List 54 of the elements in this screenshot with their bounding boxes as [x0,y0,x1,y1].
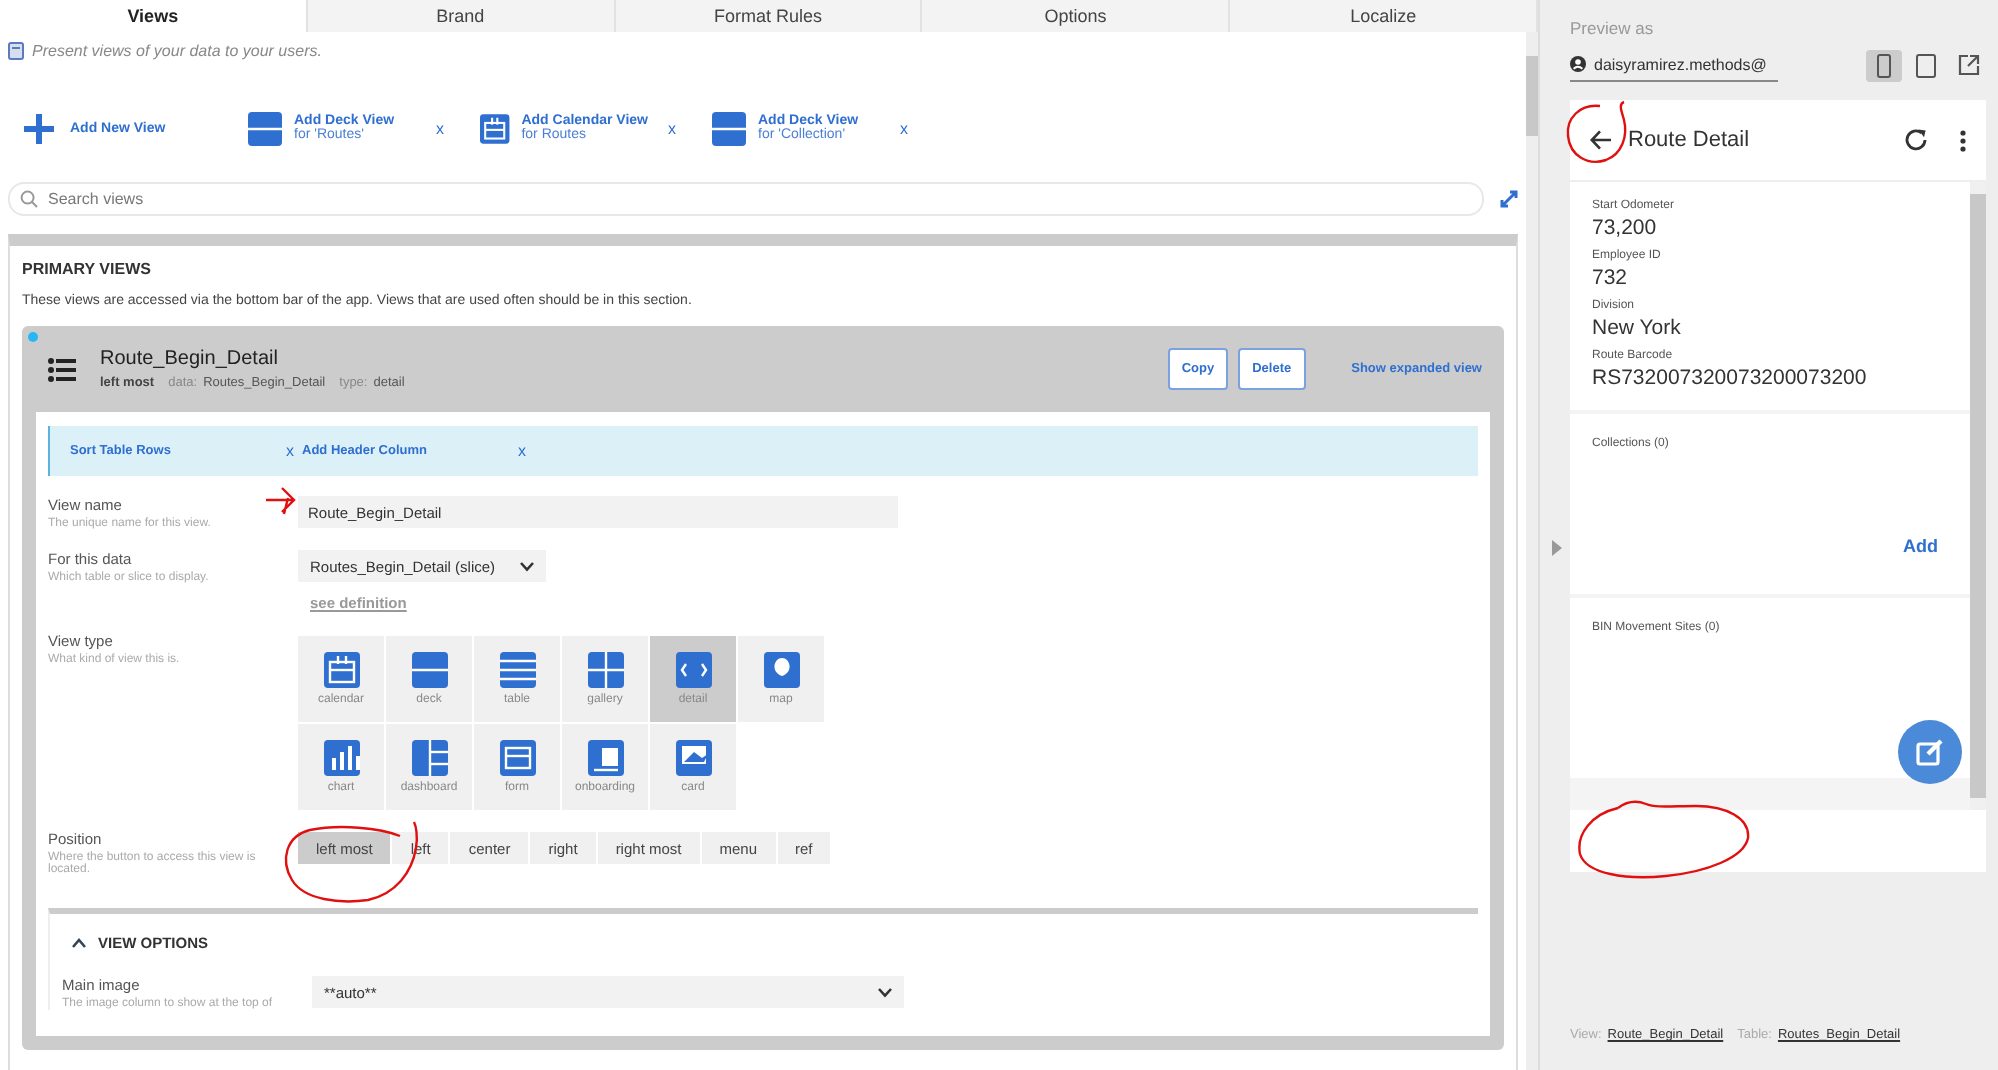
tablet-icon [1916,53,1936,77]
plus-icon [24,113,54,143]
user-icon [1570,56,1586,72]
dashboard-icon [411,740,447,776]
user-field[interactable]: daisyramirez.methods@ [1570,48,1778,82]
image-card-icon [675,740,711,776]
dismiss-button[interactable]: x [660,119,684,137]
external-link-icon [1957,54,1979,76]
app-title: Route Detail [1628,128,1750,152]
intro-text: Present views of your data to your users. [32,41,322,59]
field-value: 732 [1592,266,1630,290]
edit-icon [1916,738,1944,766]
deck-icon [712,111,746,145]
phone-button[interactable] [1866,49,1902,81]
add-button[interactable]: Add [1891,534,1950,558]
more-button[interactable] [1956,125,1970,155]
collapse-arrow-icon [1552,540,1562,556]
view-title: Route_Begin_Detail [100,348,280,370]
bar-chart-icon [323,740,359,776]
dismiss-button[interactable]: x [510,442,534,460]
field-value: 73,200 [1592,216,1659,240]
chevron-down-icon [878,987,892,997]
refresh-icon [1904,128,1928,152]
form-icon [499,740,535,776]
search-field[interactable]: Search views [8,182,1484,216]
hand-drawn-arrow [264,486,296,516]
table-icon [499,652,535,688]
back-arrow-icon [1590,130,1612,150]
list-icon [48,357,76,381]
chevron-down-icon [520,561,534,571]
preview-label: Preview as [1570,18,1656,38]
document-icon [8,41,24,59]
status-dot [28,332,38,342]
refresh-button[interactable] [1900,124,1932,156]
tab[interactable]: Views [0,0,308,32]
field-value: New York [1592,316,1683,340]
calendar-icon [480,111,510,145]
detail-icon [675,652,711,688]
dismiss-button[interactable]: x [892,119,916,137]
more-vertical-icon [1960,129,1966,151]
dismiss-button[interactable]: x [278,442,302,460]
onboarding-icon [587,740,623,776]
map-pin-icon [763,652,799,688]
field-value: RS732007320073200073200 [1592,366,1869,390]
calendar-icon [323,652,359,688]
back-button[interactable] [1586,126,1616,154]
search-icon [20,190,38,208]
deck-icon [248,111,282,145]
deck-icon [411,652,447,688]
phone-icon [1876,53,1892,77]
gallery-icon [587,652,623,688]
expand-icon [1500,190,1518,208]
section-title: PRIMARY VIEWS [22,260,153,278]
dismiss-button[interactable]: x [428,119,452,137]
